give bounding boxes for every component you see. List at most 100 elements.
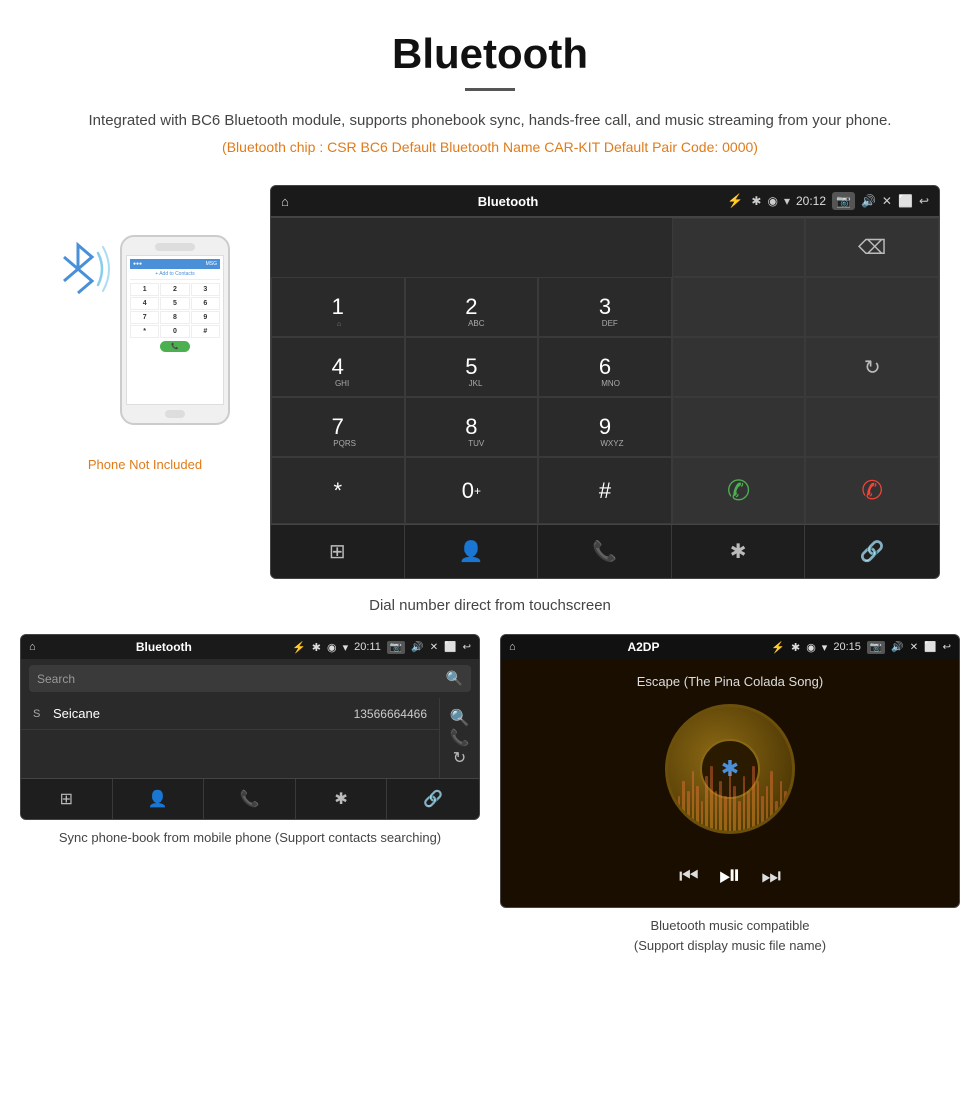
pb-cam-icon[interactable]: 📷	[387, 641, 405, 654]
pb-dialpad-icon[interactable]: ⊞	[21, 779, 113, 819]
phone-key[interactable]: 2	[160, 283, 189, 296]
dial-key-5[interactable]: 5 JKL	[405, 337, 539, 397]
music-back-icon[interactable]: ↩	[943, 642, 951, 653]
phonebook-caption-text: Sync phone-book from mobile phone (Suppo…	[59, 830, 441, 845]
close-icon[interactable]: ✕	[882, 194, 892, 208]
dial-key-9[interactable]: 9 WXYZ	[538, 397, 672, 457]
equalizer	[668, 771, 792, 831]
phonebook-header: ⌂ Bluetooth ⚡ ✱ ◉ ▾ 20:11 📷 🔊 ✕ ⬜ ↩	[21, 635, 479, 659]
dial-caption: Dial number direct from touchscreen	[369, 597, 611, 614]
pb-phone-icon[interactable]: 📞	[204, 779, 296, 819]
dial-key-4[interactable]: 4 GHI	[271, 337, 405, 397]
pb-time: 20:11	[354, 641, 381, 653]
phonebook-body: S Seicane 13566664466 🔍 📞 ↻	[21, 698, 479, 778]
phonebook-caption: Sync phone-book from mobile phone (Suppo…	[59, 828, 441, 848]
pb-close-icon[interactable]: ✕	[430, 642, 438, 653]
music-close-icon[interactable]: ✕	[910, 642, 918, 653]
dial-cell-empty-1	[672, 218, 806, 277]
play-pause-button[interactable]: ⏯	[719, 859, 741, 892]
music-cam-icon[interactable]: 📷	[867, 641, 885, 654]
phone-key[interactable]: #	[191, 325, 220, 338]
home-icon[interactable]: ⌂	[281, 194, 289, 209]
dial-key-1[interactable]: 1 ⌂	[271, 277, 405, 337]
screen-icon[interactable]: ⬜	[898, 194, 913, 208]
dial-key-star[interactable]: *	[271, 457, 405, 524]
pb-screen-icon[interactable]: ⬜	[444, 642, 456, 653]
backspace-button[interactable]: ⌫	[805, 218, 939, 277]
dial-key-2[interactable]: 2 ABC	[405, 277, 539, 337]
contacts-icon[interactable]: 👤	[405, 525, 539, 578]
pb-vol-icon[interactable]: 🔊	[411, 642, 423, 653]
main-content: ●●●MSG + Add to Contacts 1 2 3 4 5 6 7 8	[0, 185, 980, 975]
camera-icon[interactable]: 📷	[832, 192, 855, 210]
phonebook-contact[interactable]: S Seicane 13566664466	[21, 698, 439, 730]
dial-key-0[interactable]: 0+	[405, 457, 539, 524]
pb-home-icon[interactable]: ⌂	[29, 641, 36, 653]
phone-key[interactable]: 8	[160, 311, 189, 324]
end-call-button[interactable]: ✆	[805, 457, 939, 524]
dial-key-7[interactable]: 7 PQRS	[271, 397, 405, 457]
contact-letter: S	[33, 708, 45, 720]
phone-key[interactable]: 0	[160, 325, 189, 338]
prev-button[interactable]: ⏮	[679, 863, 699, 889]
pb-link-icon[interactable]: 🔗	[387, 779, 479, 819]
dialpad-icon[interactable]: ⊞	[271, 525, 405, 578]
music-panel: ⌂ A2DP ⚡ ✱ ◉ ▾ 20:15 📷 🔊 ✕ ⬜ ↩ Escape (T…	[500, 634, 960, 955]
dial-display	[271, 218, 672, 277]
pb-back-icon[interactable]: ↩	[463, 642, 471, 653]
bluetooth-icon[interactable]: ✱	[672, 525, 806, 578]
phone-speaker	[155, 243, 195, 251]
phonebook-bottom-bar: ⊞ 👤 📞 ✱ 🔗	[21, 778, 479, 819]
dial-key-6[interactable]: 6 MNO	[538, 337, 672, 397]
pb-sidebar-refresh-icon[interactable]: ↻	[453, 748, 466, 768]
phone-home-button[interactable]	[165, 410, 185, 418]
pb-loc-icon: ◉	[327, 641, 337, 654]
search-icon[interactable]: 🔍	[446, 670, 463, 687]
dial-key-8[interactable]: 8 TUV	[405, 397, 539, 457]
phone-key[interactable]: 7	[130, 311, 159, 324]
page-header: Bluetooth Integrated with BC6 Bluetooth …	[0, 0, 980, 185]
music-vol-icon[interactable]: 🔊	[891, 642, 903, 653]
music-controls: ⏮ ⏯ ⏭	[679, 859, 781, 892]
pb-sidebar-phone-icon[interactable]: 📞	[450, 728, 470, 748]
dial-empty-r2b	[805, 277, 939, 337]
album-art: ✱	[665, 704, 795, 834]
pb-bt-bottom-icon[interactable]: ✱	[296, 779, 388, 819]
volume-icon[interactable]: 🔊	[861, 194, 876, 208]
phone-key[interactable]: 3	[191, 283, 220, 296]
pb-title: Bluetooth	[42, 640, 286, 654]
dial-empty-r3	[672, 337, 806, 397]
phone-key[interactable]: 9	[191, 311, 220, 324]
back-icon[interactable]: ↩	[919, 194, 929, 208]
phonebook-screen: ⌂ Bluetooth ⚡ ✱ ◉ ▾ 20:11 📷 🔊 ✕ ⬜ ↩ Sear…	[20, 634, 480, 820]
music-header: ⌂ A2DP ⚡ ✱ ◉ ▾ 20:15 📷 🔊 ✕ ⬜ ↩	[501, 635, 959, 659]
phonebook-panel: ⌂ Bluetooth ⚡ ✱ ◉ ▾ 20:11 📷 🔊 ✕ ⬜ ↩ Sear…	[20, 634, 480, 955]
phonebook-search-bar[interactable]: Search 🔍	[29, 665, 471, 692]
pb-sidebar-search-icon[interactable]: 🔍	[450, 708, 470, 728]
music-home-icon[interactable]: ⌂	[509, 641, 516, 653]
phone-key[interactable]: 1	[130, 283, 159, 296]
music-screen-icon[interactable]: ⬜	[924, 642, 936, 653]
car-screen-header: ⌂ Bluetooth ⚡ ✱ ◉ ▾ 20:12 📷 🔊 ✕ ⬜ ↩	[271, 186, 939, 217]
search-placeholder: Search	[37, 672, 440, 686]
phone-key[interactable]: 4	[130, 297, 159, 310]
dial-key-hash[interactable]: #	[538, 457, 672, 524]
phone-icon[interactable]: 📞	[538, 525, 672, 578]
dial-pad: ⌫ 1 ⌂ 2 ABC 3 DEF 4 GHI 5 JKL 6 MNO ↻ 7 …	[271, 217, 939, 524]
phone-key[interactable]: 6	[191, 297, 220, 310]
clock-display: 20:12	[796, 194, 826, 208]
dial-redial-button[interactable]: ↻	[805, 337, 939, 397]
dial-key-3[interactable]: 3 DEF	[538, 277, 672, 337]
location-icon: ◉	[767, 194, 777, 208]
pb-contacts-icon[interactable]: 👤	[113, 779, 205, 819]
phone-call-button[interactable]: 📞	[160, 341, 190, 352]
pb-wifi-icon: ▾	[343, 641, 349, 654]
phone-key[interactable]: 5	[160, 297, 189, 310]
next-button[interactable]: ⏭	[761, 863, 781, 889]
call-button[interactable]: ✆	[672, 457, 806, 524]
music-caption: Bluetooth music compatible(Support displ…	[634, 916, 826, 955]
title-divider	[465, 88, 515, 91]
link-icon[interactable]: 🔗	[805, 525, 939, 578]
bluetooth-waves-icon	[50, 225, 110, 305]
phone-key[interactable]: *	[130, 325, 159, 338]
